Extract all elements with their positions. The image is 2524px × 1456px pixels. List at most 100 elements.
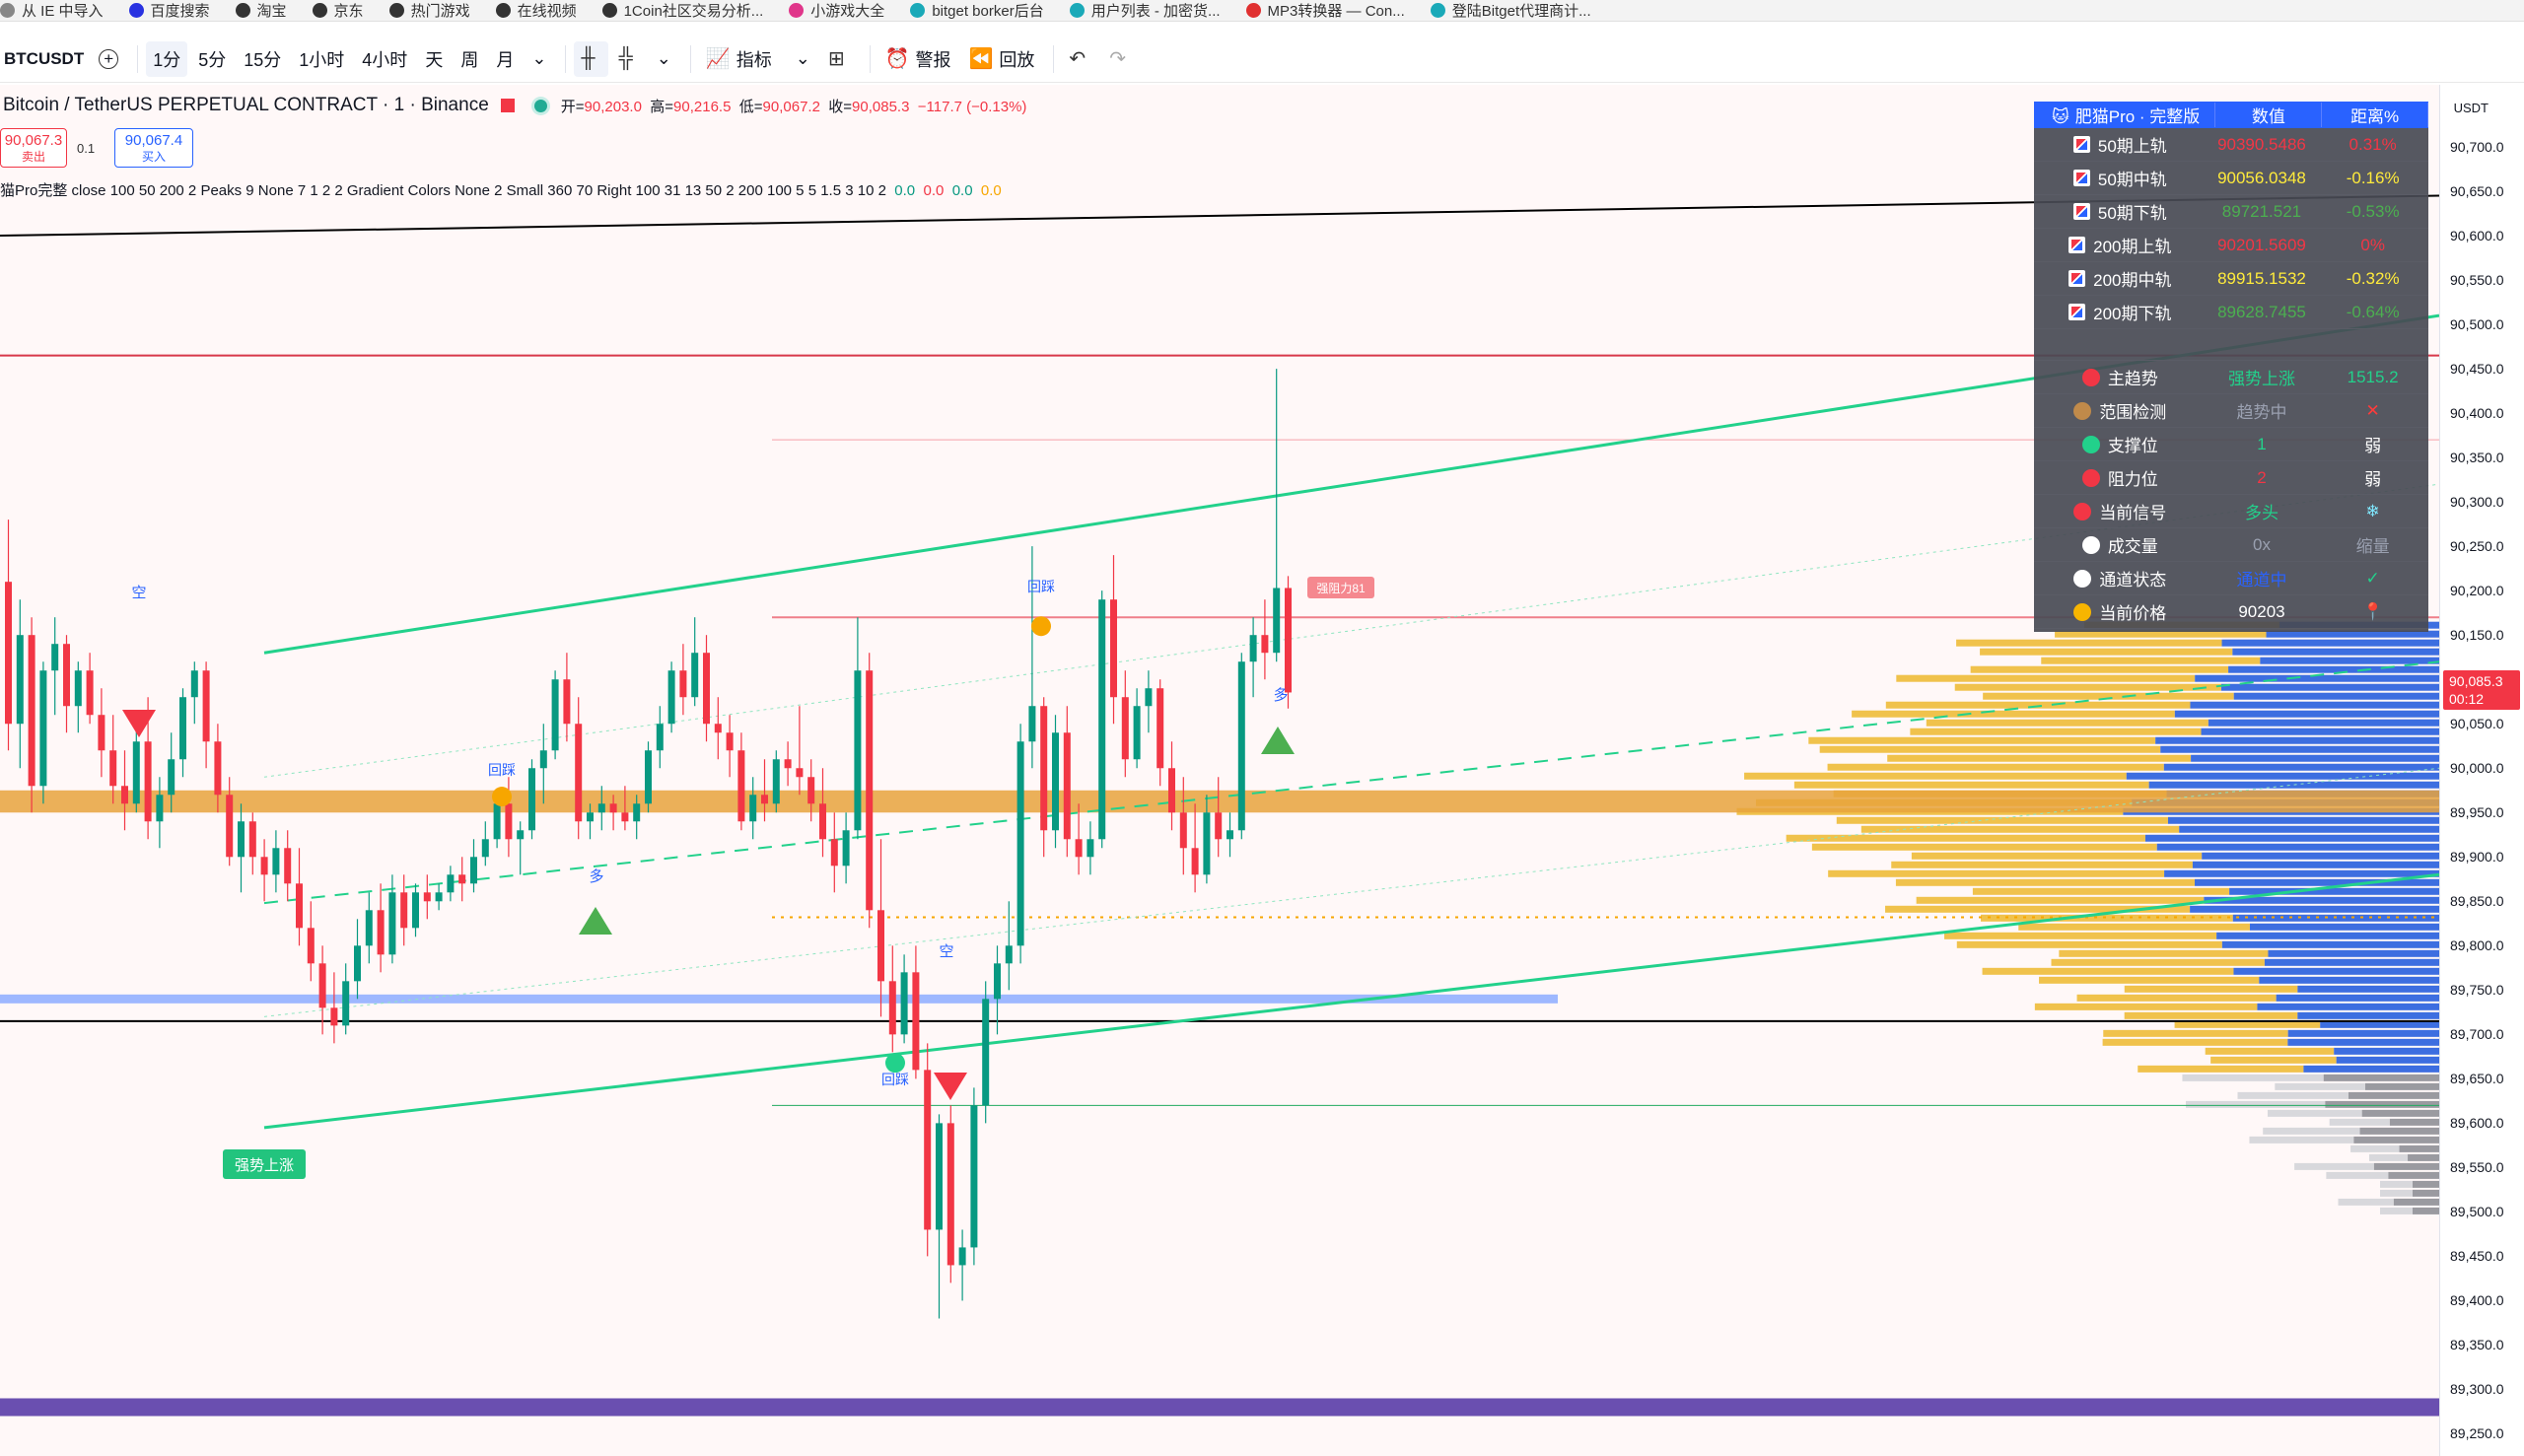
volume-profile-bar: [2388, 1171, 2439, 1179]
sell-button[interactable]: 90,067.3 卖出: [0, 128, 67, 168]
volume-profile-bar: [1811, 843, 2157, 851]
baidu-icon: [128, 3, 144, 18]
candle-body: [597, 803, 605, 813]
chart-icon: [2072, 136, 2090, 153]
redo-button[interactable]: ↷: [1102, 41, 1139, 77]
candle-body: [1203, 812, 1211, 875]
volume-profile-bar: [2263, 1127, 2360, 1135]
bookmark-label: 从 IE 中导入: [22, 3, 104, 20]
poc-band: [0, 790, 2439, 813]
bookmark-item[interactable]: 在线视频: [495, 0, 577, 21]
candle-body: [354, 945, 361, 982]
interval-dropdown-button[interactable]: ⌄: [525, 41, 553, 77]
bookmark-item[interactable]: 用户列表 - 加密货...: [1069, 0, 1221, 21]
close-value: 90,085.3: [852, 98, 910, 115]
candle-body: [1063, 732, 1071, 840]
candle-body: [1087, 839, 1094, 858]
candle-body: [412, 892, 419, 929]
volume-profile-bar: [2373, 1162, 2439, 1170]
indicators-button[interactable]: 📈 指标 ⌄: [699, 41, 817, 77]
interval-tab[interactable]: 月: [489, 41, 521, 77]
interval-tab[interactable]: 4小时: [355, 41, 414, 77]
chevron-down-icon: ⌄: [795, 48, 810, 68]
candle-body: [1249, 635, 1257, 662]
candle-body: [667, 670, 675, 725]
symbol-title[interactable]: Bitcoin / TetherUS PERPETUAL CONTRACT · …: [0, 95, 489, 116]
volume-profile-bar: [1828, 869, 2165, 877]
volume-profile-bar: [2018, 923, 2250, 931]
flag-icon[interactable]: [500, 99, 515, 112]
panel-col-value: 数值: [2215, 103, 2323, 127]
interval-tab[interactable]: 天: [418, 41, 450, 77]
indicator-legend[interactable]: 猫Pro完整 close 100 50 200 2 Peaks 9 None 7…: [0, 179, 1002, 200]
interval-tab[interactable]: 1分: [146, 40, 188, 77]
candle-body: [621, 812, 629, 822]
candle-body: [28, 635, 35, 787]
chevron-down-icon: ⌄: [531, 48, 547, 68]
chart-icon: [2072, 203, 2090, 220]
volume-profile-bar: [2329, 1118, 2390, 1126]
redo-icon: ↷: [1109, 48, 1126, 70]
panel-status-extra: 弱: [2364, 437, 2382, 455]
indicators-icon: 📈: [705, 48, 731, 70]
replay-button[interactable]: ⏪ 回放: [962, 41, 1042, 77]
candle-body: [854, 670, 862, 831]
panel-status-value: 通道中: [2236, 571, 2287, 589]
trace-dot: [885, 1053, 905, 1074]
candle-body: [936, 1123, 943, 1230]
volume-profile-bar: [2326, 1171, 2389, 1179]
globe-icon: [235, 3, 250, 18]
bookmark-item[interactable]: 小游戏大全: [789, 0, 884, 21]
bookmark-item[interactable]: 登陆Bitget代理商计...: [1430, 0, 1591, 21]
bookmark-item[interactable]: bitget borker后台: [910, 0, 1044, 21]
grid-icon: ⊞: [827, 48, 845, 70]
long-signal-label: 多: [589, 868, 603, 885]
panel-row-distance: -0.53%: [2346, 201, 2400, 221]
volume-profile-bar: [2361, 1109, 2439, 1117]
interval-tab[interactable]: 15分: [237, 41, 288, 77]
volume-profile-bar: [1910, 728, 2202, 735]
candle-body: [656, 724, 664, 751]
axis-currency[interactable]: USDT: [2454, 101, 2489, 115]
volume-profile-bar: [2138, 1065, 2304, 1073]
price-tick: 90,600.0: [2450, 228, 2504, 244]
interval-tab[interactable]: 周: [454, 41, 485, 77]
candle-body: [423, 892, 431, 902]
volume-profile-bar: [2380, 1189, 2413, 1197]
undo-button[interactable]: ↶: [1062, 41, 1098, 77]
candle-type-button[interactable]: ╫: [574, 40, 608, 77]
volume-profile-bar: [1819, 745, 2161, 753]
bookmark-item[interactable]: 淘宝: [235, 0, 287, 21]
volume-profile-bar: [2192, 861, 2439, 868]
interval-tab[interactable]: 1小时: [292, 41, 351, 77]
bitget-icon: [910, 3, 926, 18]
bookmark-item[interactable]: 从 IE 中导入: [0, 0, 104, 21]
bookmark-item[interactable]: MP3转换器 — Con...: [1245, 0, 1405, 21]
bar-type-button[interactable]: ╬ ⌄: [612, 41, 678, 77]
bitget-icon: [1430, 3, 1445, 18]
buy-button[interactable]: 90,067.4 买入: [114, 128, 193, 168]
layouts-button[interactable]: ⊞: [821, 41, 858, 77]
candle-body: [388, 892, 396, 955]
bookmark-label: bitget borker后台: [932, 3, 1044, 20]
price-axis[interactable]: USDT 90,700.0 90,650.0 90,600.0 90,550.0 90,…: [2439, 85, 2524, 1456]
volume-profile-bar: [2221, 940, 2439, 948]
interval-tab[interactable]: 5分: [191, 41, 233, 77]
volume-profile-bar: [2216, 932, 2439, 939]
bookmark-item[interactable]: 1Coin社区交易分析...: [601, 0, 763, 21]
alert-button[interactable]: ⏰ 警报: [878, 41, 958, 77]
current-price: 90,085.3: [2449, 673, 2503, 689]
panel-status-name: 成交量: [2034, 532, 2207, 557]
symbol-search-button[interactable]: BTCUSDT: [0, 41, 88, 77]
bookmark-item[interactable]: 百度搜索: [128, 0, 210, 21]
short-signal-label: 空: [131, 585, 146, 601]
volume-profile-bar: [2399, 1144, 2439, 1152]
price-tick: 90,400.0: [2450, 405, 2504, 422]
bookmark-item[interactable]: 京东: [312, 0, 364, 21]
add-symbol-button[interactable]: +: [92, 41, 125, 77]
bookmarks-bar: 从 IE 中导入 百度搜索 淘宝 京东 热门游戏 在线视频 1Coin社区交易分析... 小游…: [0, 0, 2524, 22]
volume-profile-bar: [1885, 701, 2191, 709]
globe-icon: [495, 3, 511, 18]
bookmark-item[interactable]: 热门游戏: [388, 0, 470, 21]
range-icon: [2073, 401, 2092, 420]
